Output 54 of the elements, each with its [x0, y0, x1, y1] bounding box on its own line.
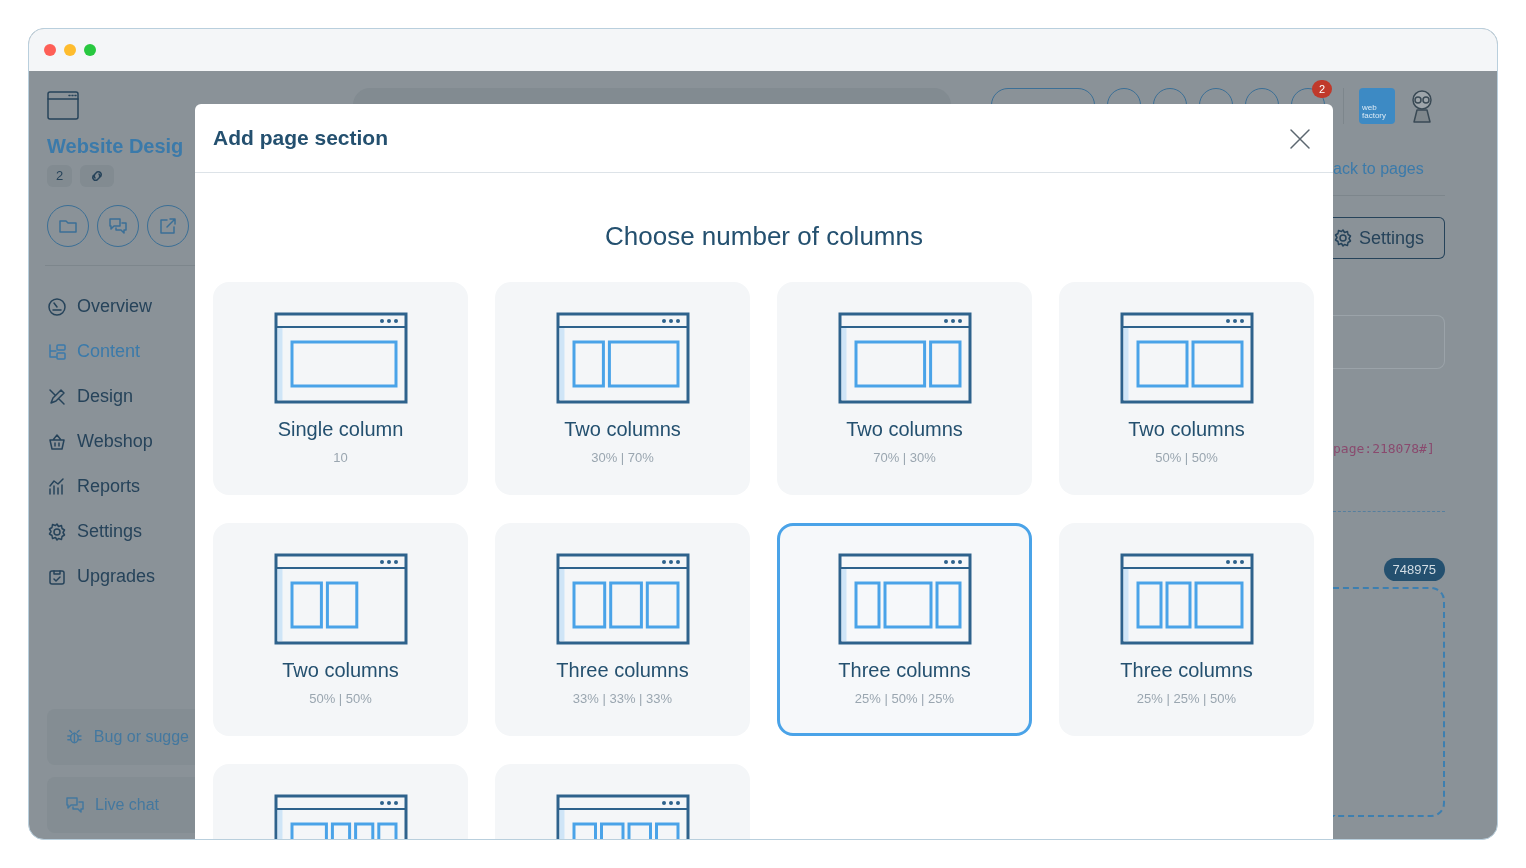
option-title: Two columns	[564, 417, 681, 442]
option-title: Three columns	[838, 658, 971, 683]
logo: web factory	[1359, 88, 1395, 124]
section-heading: Choose number of columns	[604, 220, 924, 253]
link-chip[interactable]	[80, 165, 115, 187]
layout-option-card[interactable]: Two columns 30% | 70%	[495, 282, 750, 495]
basket-icon	[47, 431, 67, 452]
maximize-window-button[interactable]	[84, 44, 96, 56]
code-text: page:218078#]	[1333, 440, 1436, 458]
section-id-badge: 748975	[1383, 557, 1445, 581]
layout-option-card[interactable]: Two columns 50% | 50%	[213, 523, 468, 736]
browser-window-icon	[47, 91, 79, 121]
chart-icon	[47, 476, 67, 497]
column-ratio: 33% | 33% | 33%	[572, 690, 673, 708]
minimize-window-button[interactable]	[64, 44, 76, 56]
column-ratio: 50% | 50%	[309, 690, 372, 708]
layout-option-card[interactable]: Three columns 33% | 33% | 33%	[495, 523, 750, 736]
option-title: Two columns	[846, 417, 963, 442]
column-ratio: 25% | 50% | 25%	[854, 690, 955, 708]
column-ratio: 50% | 50%	[1155, 449, 1218, 467]
layout-option-card[interactable]: Three columns 25% | 25% | 50%	[1059, 523, 1314, 736]
nav-item[interactable]: Webshop	[47, 419, 195, 464]
option-title: Three columns	[556, 658, 689, 683]
chat-icon	[108, 216, 128, 236]
layout-option-card[interactable]: Three columns 25% | 50% | 25%	[777, 523, 1032, 736]
notification-badge: 2	[1312, 80, 1332, 98]
column-ratio: 70% | 30%	[873, 449, 936, 467]
layout-option-card[interactable]: Two columns 70% | 30%	[777, 282, 1032, 495]
option-title: Two columns	[1128, 417, 1245, 442]
project-title: Website Desig	[47, 134, 185, 159]
nav-item[interactable]: Settings	[47, 509, 195, 554]
option-title: Single column	[277, 417, 404, 442]
gear-icon	[47, 521, 67, 542]
nav-item[interactable]: Overview	[47, 284, 195, 329]
pen-icon	[47, 386, 67, 407]
close-window-button[interactable]	[44, 44, 56, 56]
nav-item[interactable]: Upgrades	[47, 554, 195, 599]
column-ratio: 25% | 25% | 50%	[1136, 690, 1237, 708]
column-ratio: 30% | 70%	[591, 449, 654, 467]
gear-icon	[1333, 228, 1353, 248]
close-icon	[1289, 127, 1311, 150]
external-link-icon	[158, 216, 178, 236]
option-title: Two columns	[282, 658, 399, 683]
nav-item[interactable]: Reports	[47, 464, 195, 509]
tree-icon	[47, 341, 67, 362]
layout-option-card[interactable]: Two columns 50% | 50%	[1059, 282, 1314, 495]
page-count: 2	[47, 165, 73, 187]
layout-option-card[interactable]: Single column 10	[213, 282, 468, 495]
nav-item[interactable]: Design	[47, 374, 195, 419]
column-ratio: 10	[333, 449, 348, 467]
chat-icon	[65, 795, 85, 815]
option-title: Three columns	[1120, 658, 1253, 683]
gauge-icon	[47, 296, 67, 317]
modal-title: Add page section	[213, 125, 389, 152]
